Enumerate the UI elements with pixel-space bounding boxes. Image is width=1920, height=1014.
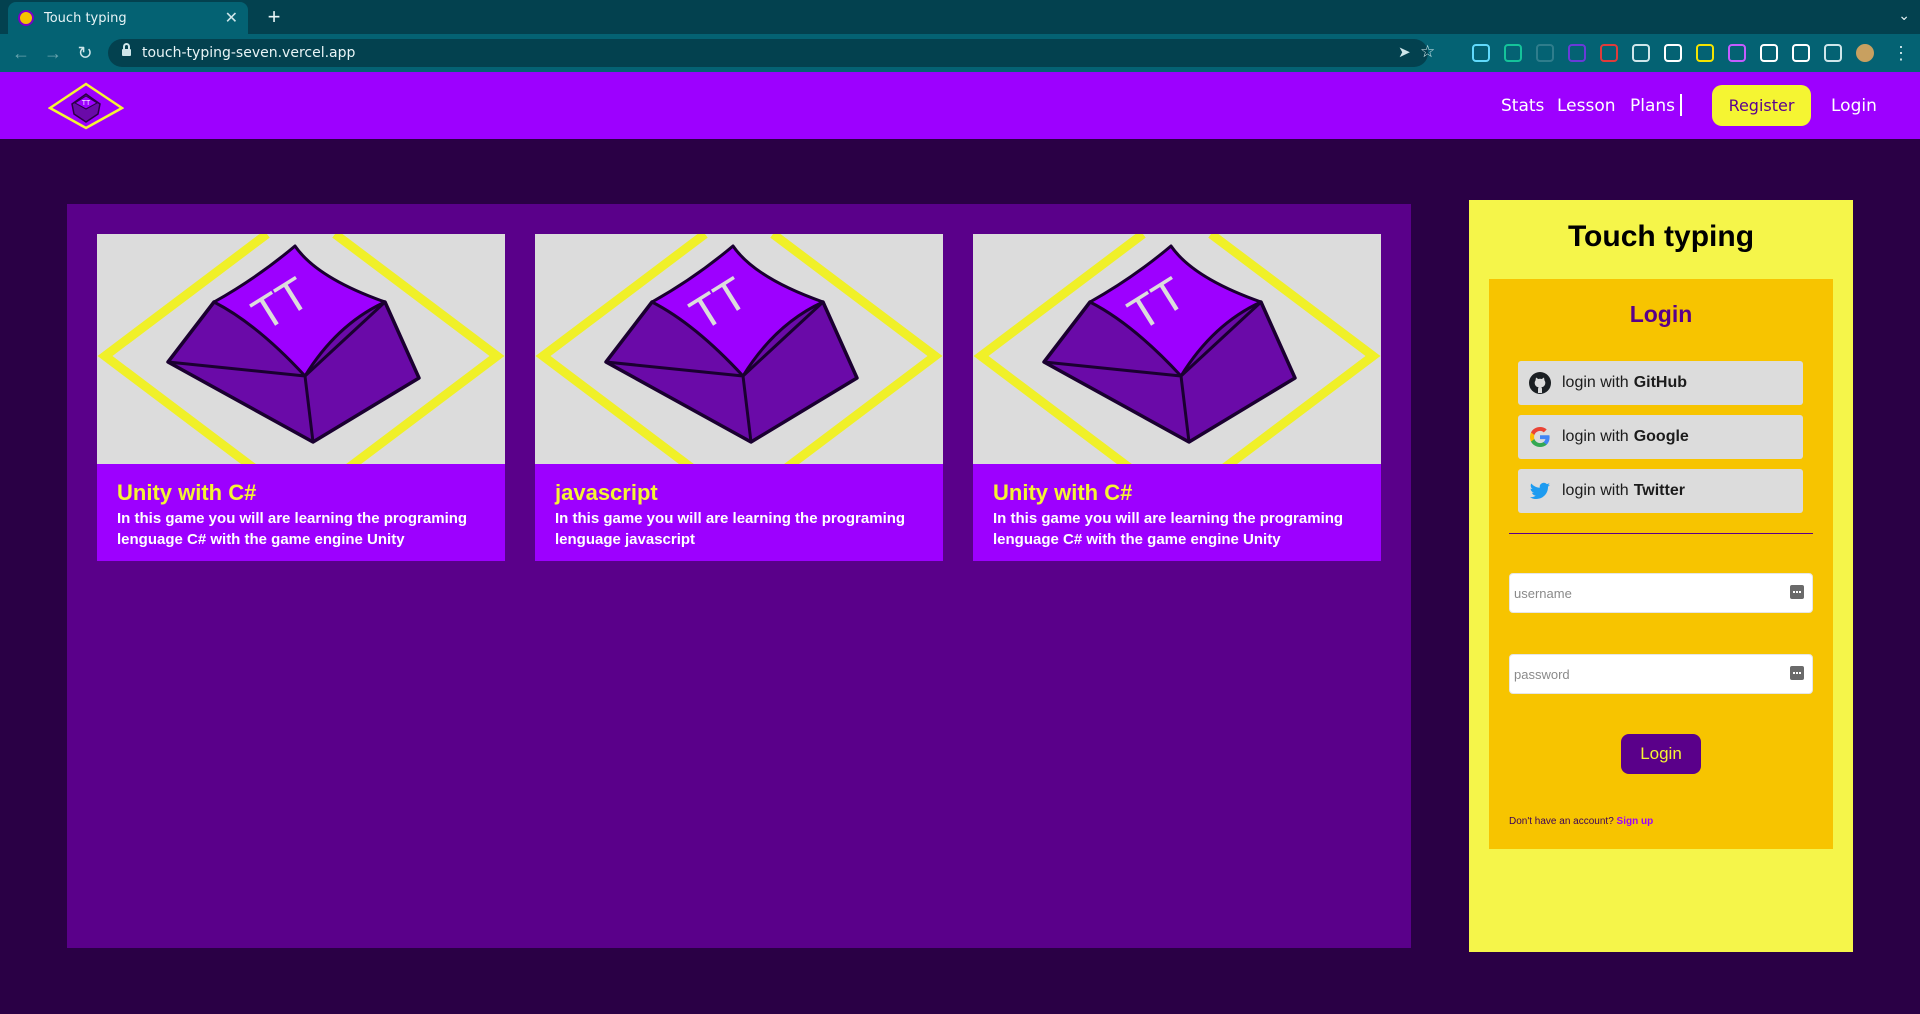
keycap-illustration: TT bbox=[973, 234, 1381, 464]
lesson-card[interactable]: TT Unity with C# In this game you will a… bbox=[973, 234, 1381, 561]
lesson-description: In this game you will are learning the p… bbox=[993, 510, 1344, 548]
browser-tab-bar: Touch typing ✕ + ⌄ bbox=[0, 0, 1920, 34]
react-devtools-icon[interactable] bbox=[1472, 44, 1490, 62]
lesson-title: javascript bbox=[555, 480, 658, 505]
twitter-icon bbox=[1530, 482, 1550, 499]
password-field[interactable] bbox=[1509, 654, 1813, 694]
password-manager-icon[interactable] bbox=[1790, 585, 1804, 599]
url-text[interactable]: touch-typing-seven.vercel.app bbox=[142, 45, 355, 61]
login-divider bbox=[1509, 533, 1813, 534]
password-input[interactable] bbox=[1510, 655, 1780, 693]
google-login-provider: Google bbox=[1633, 428, 1689, 445]
lesson-image: TT bbox=[535, 234, 943, 464]
lesson-image: TT bbox=[97, 234, 505, 464]
aside-title: Touch typing bbox=[1567, 220, 1755, 253]
lesson-image: TT bbox=[973, 234, 1381, 464]
login-aside: Touch typing Login login with GitHub log… bbox=[1469, 200, 1853, 952]
browser-tab[interactable]: Touch typing ✕ bbox=[8, 2, 248, 34]
twitter-login-prefix: login with bbox=[1562, 482, 1629, 499]
signup-prompt: Don't have an account? Sign up bbox=[1509, 816, 1653, 827]
github-login-button[interactable]: login with GitHub bbox=[1518, 361, 1803, 405]
lock-icon bbox=[122, 43, 131, 58]
lesson-card-body: javascript In this game you will are lea… bbox=[535, 464, 943, 561]
nav-link-lesson[interactable]: Lesson bbox=[1557, 96, 1616, 116]
github-icon bbox=[1529, 372, 1551, 394]
google-icon bbox=[1530, 427, 1550, 447]
svg-text:TT: TT bbox=[82, 100, 91, 107]
login-form: Login login with GitHub login with Googl… bbox=[1489, 279, 1833, 849]
logo-icon: TT bbox=[47, 82, 125, 130]
lesson-card[interactable]: TT Unity with C# In this game you will a… bbox=[97, 234, 505, 561]
lesson-card[interactable]: TT javascript In this game you will are … bbox=[535, 234, 943, 561]
puzzle-icon[interactable] bbox=[1824, 44, 1842, 62]
twitter-login-provider: Twitter bbox=[1633, 482, 1685, 499]
logo[interactable]: TT bbox=[47, 82, 125, 130]
site-navbar: TT Stats Lesson Plans Register Login bbox=[0, 72, 1920, 139]
profile-avatar-icon[interactable] bbox=[1856, 44, 1874, 62]
nav-login-link[interactable]: Login bbox=[1831, 96, 1877, 116]
username-field[interactable] bbox=[1509, 573, 1813, 613]
username-input[interactable] bbox=[1510, 574, 1780, 612]
keycap-illustration: TT bbox=[97, 234, 505, 464]
new-tab-button[interactable]: + bbox=[260, 4, 288, 30]
grammarly-icon[interactable] bbox=[1504, 44, 1522, 62]
extension-badge-icon[interactable] bbox=[1568, 44, 1586, 62]
tab-title: Touch typing bbox=[44, 10, 127, 26]
tab-search-icon[interactable]: ⌄ bbox=[1898, 7, 1910, 24]
lesson-card-body: Unity with C# In this game you will are … bbox=[973, 464, 1381, 561]
reload-button[interactable]: ↻ bbox=[74, 42, 96, 64]
lesson-title: Unity with C# bbox=[993, 480, 1133, 505]
favicon-icon bbox=[18, 10, 34, 26]
google-login-button[interactable]: login with Google bbox=[1518, 415, 1803, 459]
json-viewer-icon[interactable] bbox=[1536, 44, 1554, 62]
password-manager-icon[interactable] bbox=[1790, 666, 1804, 680]
lesson-description: In this game you will are learning the p… bbox=[555, 510, 906, 548]
lesson-description: In this game you will are learning the p… bbox=[117, 510, 468, 548]
lesson-title: Unity with C# bbox=[117, 480, 257, 505]
forward-button[interactable]: → bbox=[42, 42, 64, 64]
checkbox-extension-icon[interactable] bbox=[1792, 44, 1810, 62]
lessons-panel: TT Unity with C# In this game you will a… bbox=[67, 204, 1411, 948]
browser-menu-icon[interactable]: ⋮ bbox=[1890, 42, 1912, 64]
font-icon[interactable] bbox=[1632, 44, 1650, 62]
yellow-extension-icon[interactable] bbox=[1696, 44, 1714, 62]
signup-prompt-text: Don't have an account? bbox=[1509, 816, 1614, 827]
login-submit-button[interactable]: Login bbox=[1621, 734, 1701, 774]
close-tab-icon[interactable]: ✕ bbox=[225, 8, 238, 28]
keycap-illustration: TT bbox=[535, 234, 943, 464]
google-login-prefix: login with bbox=[1562, 428, 1629, 445]
send-icon[interactable]: ➤ bbox=[1398, 43, 1411, 61]
twitter-login-button[interactable]: login with Twitter bbox=[1518, 469, 1803, 513]
extension-red-icon[interactable] bbox=[1600, 44, 1618, 62]
address-bar[interactable]: touch-typing-seven.vercel.app ➤ ☆ bbox=[108, 39, 1435, 67]
github-login-provider: GitHub bbox=[1633, 374, 1688, 391]
color-picker-icon[interactable] bbox=[1728, 44, 1746, 62]
signup-link[interactable]: Sign up bbox=[1617, 816, 1654, 827]
github-login-prefix: login with bbox=[1562, 374, 1629, 391]
register-button[interactable]: Register bbox=[1712, 85, 1811, 126]
bookmark-star-icon[interactable]: ☆ bbox=[1420, 42, 1435, 62]
lesson-card-body: Unity with C# In this game you will are … bbox=[97, 464, 505, 561]
back-button[interactable]: ← bbox=[10, 42, 32, 64]
nav-divider bbox=[1680, 94, 1682, 116]
login-heading: Login bbox=[1629, 301, 1693, 327]
notion-icon[interactable] bbox=[1760, 44, 1778, 62]
nav-link-stats[interactable]: Stats bbox=[1501, 96, 1544, 116]
cloud-icon[interactable] bbox=[1664, 44, 1682, 62]
browser-toolbar: ← → ↻ touch-typing-seven.vercel.app ➤ ☆ … bbox=[0, 34, 1920, 72]
nav-link-plans[interactable]: Plans bbox=[1630, 96, 1675, 116]
